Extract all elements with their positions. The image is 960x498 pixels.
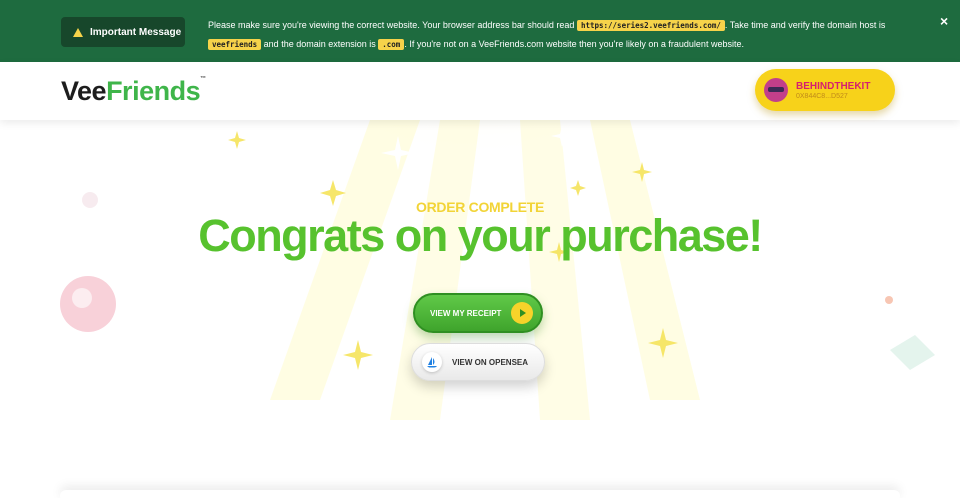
wallet-info: BEHINDTHEKIT 0X844C8...D527 [796,81,870,100]
banner-message: Please make sure you're viewing the corr… [208,16,908,54]
url-code: https://series2.veefriends.com/ [576,20,725,31]
wallet-address: 0X844C8...D527 [796,92,848,100]
receipt-label: VIEW MY RECEIPT [430,308,502,318]
avatar [764,78,788,102]
opensea-label: VIEW ON OPENSEA [452,357,529,367]
page-title: Congrats on your purchase! [198,210,763,261]
wallet-name: BEHINDTHEKIT [796,80,871,92]
banner-text-2: . Take time and verify the domain host i… [724,20,886,30]
logo-friends: Friends [106,76,201,106]
important-banner: Important Message Please make sure you'r… [0,0,960,62]
order-complete-section: ORDER COMPLETE Congrats on your purchase… [0,120,960,498]
ext-code: .com [378,39,405,50]
important-label: Important Message [90,26,182,38]
banner-text-1: Please make sure you're viewing the corr… [208,20,575,30]
important-message-button[interactable]: Important Message [61,17,185,47]
host-code: veefriends [208,39,262,50]
banner-text-4: . If you're not on a VeeFriends.com webs… [404,39,744,49]
view-receipt-button[interactable]: VIEW MY RECEIPT [413,293,543,333]
warning-icon [73,27,83,37]
wallet-button[interactable]: BEHINDTHEKIT 0X844C8...D527 [755,69,895,111]
bottom-panel-edge [60,490,900,498]
site-header: VeeFriends™ BEHINDTHEKIT 0X844C8...D527 [0,62,960,120]
logo-vee: Vee [61,76,107,106]
play-icon [511,302,533,324]
logo-tm: ™ [200,76,206,82]
opensea-icon [422,352,442,372]
close-icon[interactable]: × [940,13,948,29]
banner-text-3: and the domain extension is [263,39,376,49]
veefriends-logo[interactable]: VeeFriends™ [61,76,206,107]
view-on-opensea-button[interactable]: VIEW ON OPENSEA [411,343,545,381]
